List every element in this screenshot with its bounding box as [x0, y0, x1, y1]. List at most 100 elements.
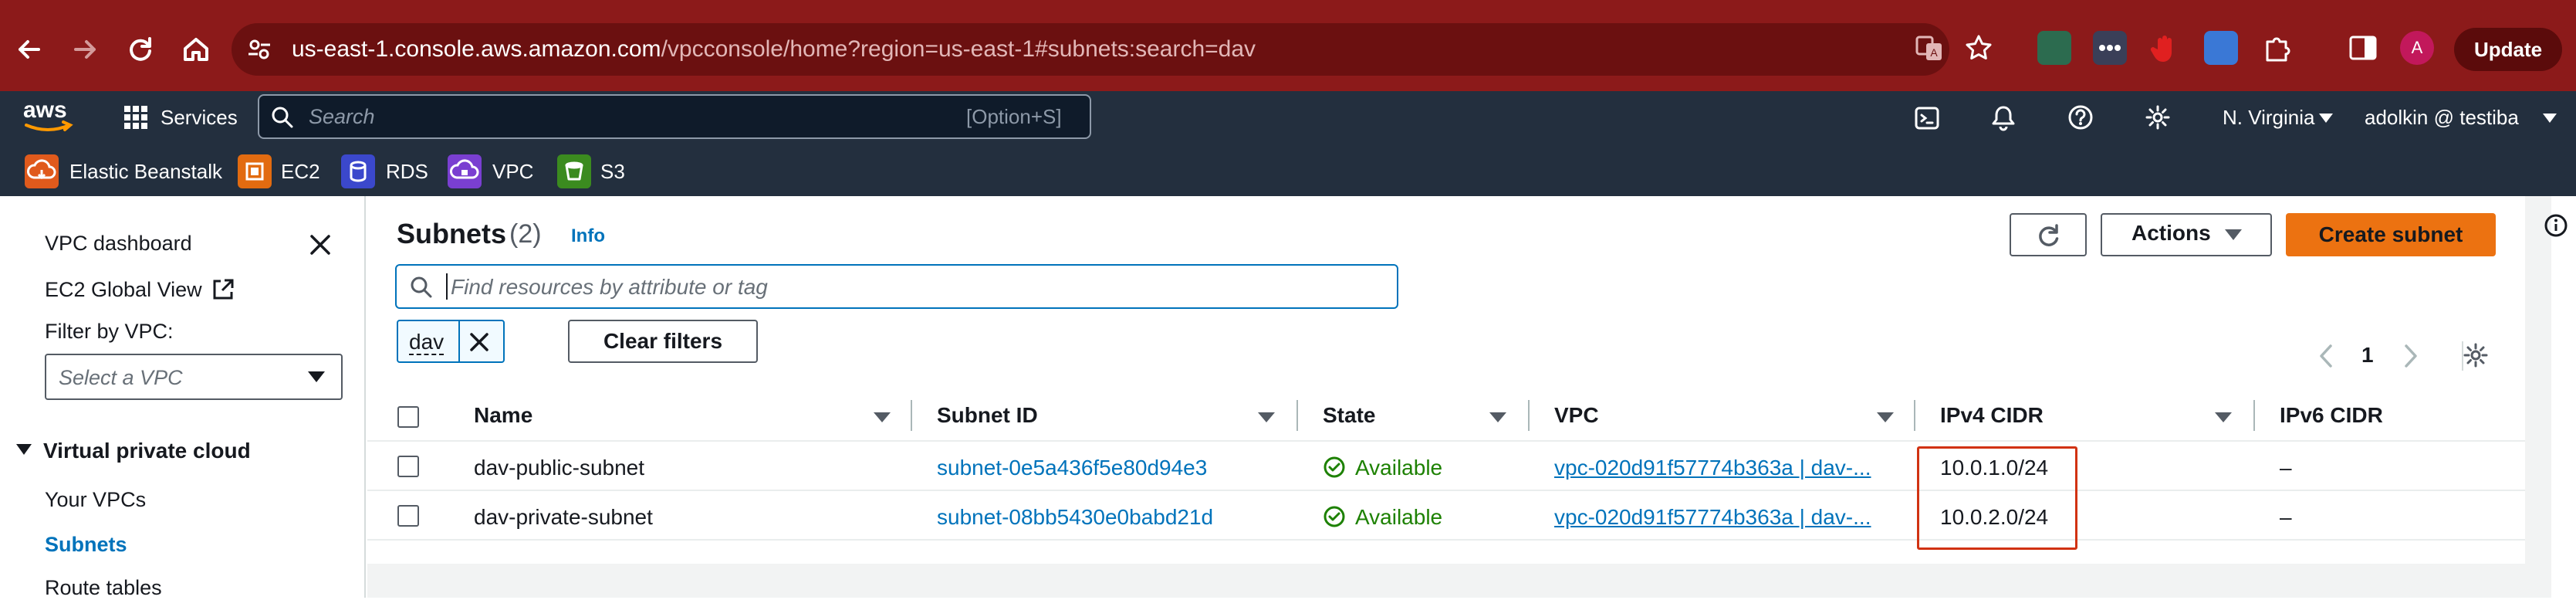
profile-avatar[interactable]: A: [2400, 31, 2434, 65]
aws-logo[interactable]: aws: [22, 96, 76, 136]
search-icon: [270, 105, 295, 130]
extensions-puzzle-icon[interactable]: [2260, 31, 2294, 65]
column-divider[interactable]: [1296, 400, 1298, 431]
row-vpc-link[interactable]: vpc-020d91f57774b363a | dav-...: [1554, 505, 1871, 530]
subnet-count: (2): [509, 219, 542, 249]
s3-icon[interactable]: [557, 154, 591, 188]
translate-icon[interactable]: A: [1914, 32, 1945, 63]
svg-text:aws: aws: [23, 97, 67, 123]
url-text[interactable]: us-east-1.console.aws.amazon.com/vpccons…: [292, 34, 1256, 65]
account-caret-icon: [2542, 113, 2557, 124]
reload-icon[interactable]: [119, 28, 162, 71]
back-arrow-icon[interactable]: [8, 28, 51, 71]
column-header-ipv4-cidr[interactable]: IPv4 CIDR: [1940, 403, 2044, 428]
info-link[interactable]: Info: [571, 225, 605, 247]
row-state: Available: [1355, 505, 1443, 529]
sidebar-vpc-dashboard[interactable]: VPC dashboard: [45, 232, 192, 256]
search-shortcut: [Option+S]: [966, 105, 1062, 128]
extension-dots-icon[interactable]: [2093, 31, 2127, 65]
elastic-beanstalk-icon[interactable]: [25, 154, 59, 188]
extension-translate-icon[interactable]: [2204, 31, 2238, 65]
next-page-icon[interactable]: [2402, 343, 2420, 369]
column-divider[interactable]: [1528, 400, 1530, 431]
text-cursor: [446, 273, 448, 300]
row-vpc-link[interactable]: vpc-020d91f57774b363a | dav-...: [1554, 456, 1871, 480]
bookmark-star-icon[interactable]: [1963, 32, 1994, 63]
rds-icon[interactable]: [341, 154, 375, 188]
column-header-ipv6-cidr[interactable]: IPv6 CIDR: [2280, 403, 2383, 428]
row-subnet-id-link[interactable]: subnet-0e5a436f5e80d94e3: [937, 456, 1207, 480]
services-menu[interactable]: Services: [161, 105, 238, 130]
close-sidebar-icon[interactable]: [307, 232, 333, 258]
row-divider: [367, 490, 2525, 491]
row-name: dav-public-subnet: [474, 456, 645, 480]
sidebar-item-your-vpcs[interactable]: Your VPCs: [45, 488, 146, 512]
create-subnet-button[interactable]: Create subnet: [2286, 213, 2496, 256]
sort-caret-icon[interactable]: [874, 412, 891, 422]
sort-caret-icon[interactable]: [1258, 412, 1275, 422]
site-settings-icon[interactable]: [245, 36, 273, 63]
actions-label: Actions: [2131, 221, 2211, 245]
help-icon[interactable]: [2067, 103, 2094, 131]
refresh-icon: [2039, 224, 2059, 246]
info-panel-icon[interactable]: [2544, 213, 2568, 238]
row-checkbox[interactable]: [397, 505, 419, 527]
column-header-name[interactable]: Name: [474, 403, 532, 428]
token-divider: [458, 320, 460, 363]
sidebar-item-subnets[interactable]: Subnets: [45, 533, 127, 557]
region-selector[interactable]: N. Virginia: [2223, 105, 2314, 130]
url-host: us-east-1.console.aws.amazon.com: [292, 36, 661, 62]
status-check-icon: [1323, 505, 1346, 528]
refresh-button[interactable]: [2010, 213, 2087, 256]
select-all-checkbox[interactable]: [397, 406, 419, 428]
home-icon[interactable]: [174, 28, 218, 71]
sort-caret-icon[interactable]: [1877, 412, 1894, 422]
extension-hand-icon[interactable]: [2147, 31, 2181, 65]
favorite-elastic-beanstalk[interactable]: Elastic Beanstalk: [69, 159, 222, 184]
prev-page-icon[interactable]: [2317, 343, 2335, 369]
row-checkbox[interactable]: [397, 456, 419, 477]
side-panel-icon[interactable]: [2346, 31, 2380, 65]
vpc-icon[interactable]: [448, 154, 482, 188]
column-header-state[interactable]: State: [1323, 403, 1375, 428]
column-divider[interactable]: [911, 400, 912, 431]
column-header-vpc[interactable]: VPC: [1554, 403, 1599, 428]
favorite-vpc[interactable]: VPC: [492, 159, 533, 184]
sort-caret-icon[interactable]: [1489, 412, 1506, 422]
filter-by-vpc-label: Filter by VPC:: [45, 320, 174, 343]
update-button[interactable]: Update: [2454, 28, 2562, 71]
sidebar-ec2-global-view[interactable]: EC2 Global View: [45, 278, 202, 302]
column-divider[interactable]: [1914, 400, 1915, 431]
clear-filters-button[interactable]: Clear filters: [568, 320, 758, 363]
column-divider[interactable]: [2253, 400, 2255, 431]
external-link-icon: [210, 276, 236, 303]
search-placeholder: Search: [309, 105, 375, 128]
preferences-gear-icon[interactable]: [2462, 341, 2490, 369]
vpc-select-placeholder: Select a VPC: [59, 366, 183, 389]
row-subnet-id-link[interactable]: subnet-08bb5430e0babd21d: [937, 505, 1213, 530]
forward-arrow-icon[interactable]: [63, 28, 106, 71]
favorite-ec2[interactable]: EC2: [281, 159, 320, 184]
filter-token-text[interactable]: dav: [409, 331, 445, 355]
ec2-icon[interactable]: [238, 154, 272, 188]
favorite-s3[interactable]: S3: [600, 159, 625, 184]
header-divider: [367, 440, 2525, 442]
sort-caret-icon[interactable]: [2215, 412, 2232, 422]
settings-gear-icon[interactable]: [2144, 103, 2172, 131]
cidr-highlight-box: [1917, 446, 2077, 550]
row-name: dav-private-subnet: [474, 505, 653, 529]
favorite-rds[interactable]: RDS: [386, 159, 428, 184]
page-number[interactable]: 1: [2361, 343, 2374, 368]
filter-placeholder: Find resources by attribute or tag: [451, 275, 768, 299]
row-divider: [367, 539, 2525, 541]
services-grid-icon[interactable]: [123, 105, 148, 130]
remove-token-icon[interactable]: [468, 331, 491, 354]
sidebar-item-route-tables[interactable]: Route tables: [45, 576, 162, 600]
sidebar-section-vpc[interactable]: Virtual private cloud: [43, 439, 251, 463]
extension-sheets-icon[interactable]: [2037, 31, 2071, 65]
cloudshell-icon[interactable]: [1914, 105, 1940, 131]
column-header-subnet-id[interactable]: Subnet ID: [937, 403, 1038, 428]
section-caret-down-icon[interactable]: [15, 443, 32, 456]
account-menu[interactable]: adolkin @ testiba: [2365, 105, 2519, 130]
notifications-bell-icon[interactable]: [1989, 103, 2017, 131]
